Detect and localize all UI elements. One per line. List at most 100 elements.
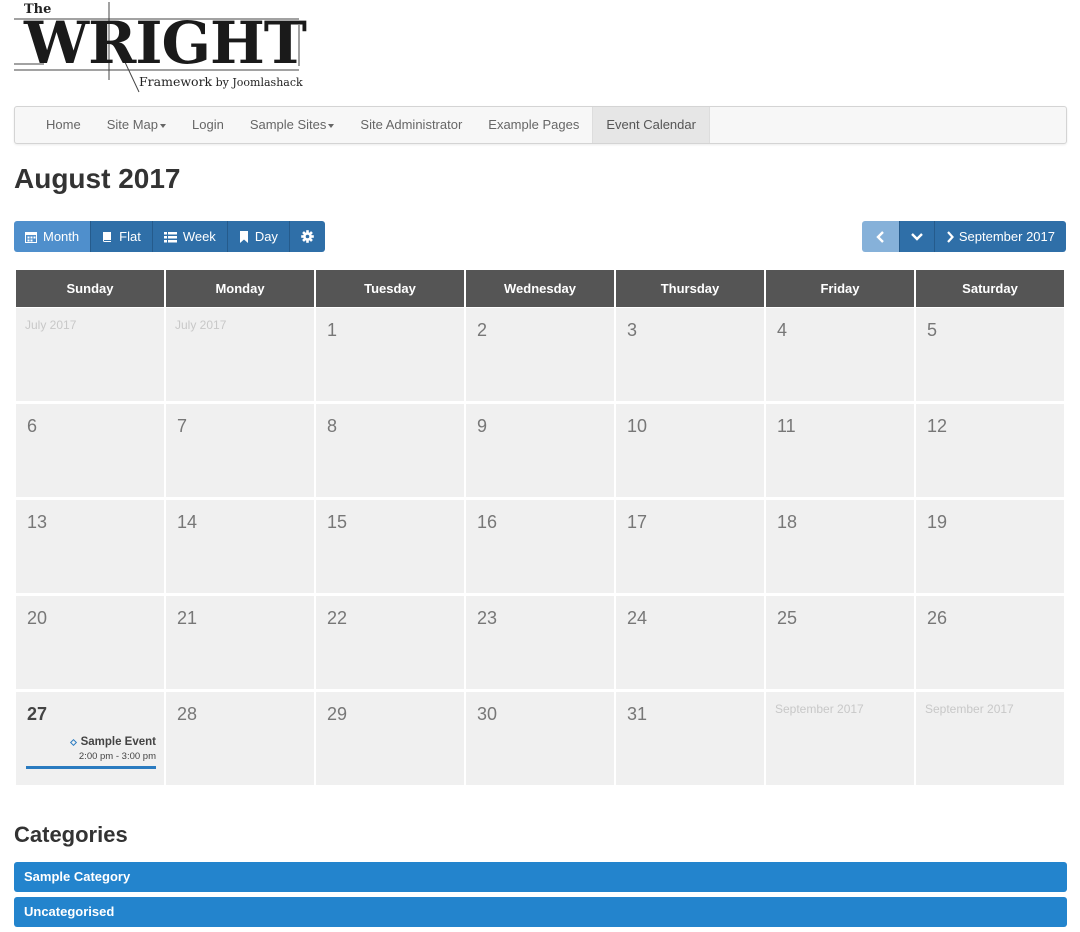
calendar-day-cell[interactable]: 8 bbox=[316, 404, 464, 497]
day-number[interactable]: 2 bbox=[477, 320, 487, 341]
nav-item-site-map[interactable]: Site Map bbox=[94, 107, 179, 143]
nav-item-site-administrator[interactable]: Site Administrator bbox=[347, 107, 475, 143]
calendar-day-cell[interactable]: 31 bbox=[616, 692, 764, 785]
day-number[interactable]: 13 bbox=[27, 512, 47, 533]
calendar-week-row: 13 14 15 16 17 18 19 bbox=[16, 500, 1066, 596]
calendar-day-cell[interactable]: 26 bbox=[916, 596, 1064, 689]
calendar-day-cell[interactable]: 29 bbox=[316, 692, 464, 785]
calendar-day-cell[interactable]: 11 bbox=[766, 404, 914, 497]
calendar-day-cell[interactable]: 17 bbox=[616, 500, 764, 593]
weekday-monday: Monday bbox=[166, 270, 314, 307]
day-number[interactable]: 26 bbox=[927, 608, 947, 629]
flat-view-button[interactable]: Flat bbox=[91, 221, 153, 252]
calendar-day-cell[interactable]: 6 bbox=[16, 404, 164, 497]
calendar-day-cell[interactable]: 13 bbox=[16, 500, 164, 593]
calendar-day-cell[interactable]: 19 bbox=[916, 500, 1064, 593]
calendar-day-cell[interactable]: September 2017 bbox=[916, 692, 1064, 785]
calendar-day-cell[interactable]: 24 bbox=[616, 596, 764, 689]
day-number[interactable]: 31 bbox=[627, 704, 647, 725]
day-number[interactable]: 8 bbox=[327, 416, 337, 437]
month-navigation: September 2017 bbox=[861, 221, 1066, 252]
day-number[interactable]: 16 bbox=[477, 512, 497, 533]
calendar-day-cell[interactable]: 25 bbox=[766, 596, 914, 689]
calendar-day-cell[interactable]: July 2017 bbox=[166, 308, 314, 401]
adjacent-month-label[interactable]: September 2017 bbox=[775, 702, 864, 716]
day-number[interactable]: 23 bbox=[477, 608, 497, 629]
month-view-button[interactable]: Month bbox=[14, 221, 92, 252]
calendar-day-cell[interactable]: 12 bbox=[916, 404, 1064, 497]
calendar-day-cell[interactable]: 21 bbox=[166, 596, 314, 689]
nav-item-event-calendar[interactable]: Event Calendar bbox=[592, 107, 710, 143]
logo-byline-main: Framework bbox=[139, 74, 213, 89]
adjacent-month-label[interactable]: September 2017 bbox=[925, 702, 1014, 716]
day-number[interactable]: 29 bbox=[327, 704, 347, 725]
calendar-day-cell[interactable]: 10 bbox=[616, 404, 764, 497]
calendar-day-cell[interactable]: 9 bbox=[466, 404, 614, 497]
category-uncategorised[interactable]: Uncategorised bbox=[14, 897, 1067, 927]
day-number[interactable]: 19 bbox=[927, 512, 947, 533]
nav-item-label: Site Map bbox=[106, 117, 158, 132]
adjacent-month-label[interactable]: July 2017 bbox=[25, 318, 76, 332]
previous-month-button[interactable] bbox=[861, 221, 900, 252]
calendar-day-cell[interactable]: 1 bbox=[316, 308, 464, 401]
calendar-day-cell[interactable]: 18 bbox=[766, 500, 914, 593]
day-number[interactable]: 22 bbox=[327, 608, 347, 629]
day-number[interactable]: 18 bbox=[777, 512, 797, 533]
calendar-day-cell[interactable]: 30 bbox=[466, 692, 614, 785]
nav-item-home[interactable]: Home bbox=[33, 107, 94, 143]
day-number[interactable]: 10 bbox=[627, 416, 647, 437]
nav-item-example-pages[interactable]: Example Pages bbox=[475, 107, 592, 143]
site-logo[interactable]: The WRIGHT Framework by Joomlashack bbox=[14, 0, 307, 94]
day-number[interactable]: 15 bbox=[327, 512, 347, 533]
event-title[interactable]: Sample Event bbox=[81, 736, 156, 748]
day-number[interactable]: 28 bbox=[177, 704, 197, 725]
day-number[interactable]: 12 bbox=[927, 416, 947, 437]
event-title-row: Sample Event bbox=[26, 736, 156, 748]
day-number[interactable]: 24 bbox=[627, 608, 647, 629]
day-number[interactable]: 30 bbox=[477, 704, 497, 725]
diamond-bullet-icon bbox=[69, 738, 77, 746]
day-number[interactable]: 7 bbox=[177, 416, 187, 437]
calendar-day-cell[interactable]: 16 bbox=[466, 500, 614, 593]
today-day-number[interactable]: 27 bbox=[27, 704, 47, 725]
calendar-day-cell[interactable]: 27 Sample Event 2:00 pm - 3:00 pm bbox=[16, 692, 164, 785]
calendar-day-cell[interactable]: 3 bbox=[616, 308, 764, 401]
settings-button[interactable] bbox=[289, 221, 325, 252]
calendar-day-cell[interactable]: July 2017 bbox=[16, 308, 164, 401]
day-number[interactable]: 4 bbox=[777, 320, 787, 341]
calendar-day-cell[interactable]: 14 bbox=[166, 500, 314, 593]
day-number[interactable]: 25 bbox=[777, 608, 797, 629]
calendar-day-cell[interactable]: 20 bbox=[16, 596, 164, 689]
calendar-day-cell[interactable]: 22 bbox=[316, 596, 464, 689]
day-number[interactable]: 11 bbox=[777, 416, 796, 437]
calendar-day-cell[interactable]: 28 bbox=[166, 692, 314, 785]
day-number[interactable]: 6 bbox=[27, 416, 37, 437]
day-number[interactable]: 20 bbox=[27, 608, 47, 629]
day-number[interactable]: 3 bbox=[627, 320, 637, 341]
nav-item-label: Site Administrator bbox=[360, 117, 463, 132]
flat-view-label: Flat bbox=[119, 229, 141, 244]
nav-item-login[interactable]: Login bbox=[179, 107, 237, 143]
calendar-day-cell[interactable]: 4 bbox=[766, 308, 914, 401]
day-number[interactable]: 14 bbox=[177, 512, 197, 533]
calendar-event[interactable]: Sample Event 2:00 pm - 3:00 pm bbox=[26, 736, 156, 769]
day-number[interactable]: 5 bbox=[927, 320, 937, 341]
calendar-day-cell[interactable]: 2 bbox=[466, 308, 614, 401]
month-picker-button[interactable] bbox=[899, 221, 935, 252]
calendar-day-cell[interactable]: 5 bbox=[916, 308, 1064, 401]
adjacent-month-label[interactable]: July 2017 bbox=[175, 318, 226, 332]
calendar-day-cell[interactable]: 7 bbox=[166, 404, 314, 497]
category-sample-category[interactable]: Sample Category bbox=[14, 862, 1067, 892]
next-month-button[interactable]: September 2017 bbox=[934, 221, 1066, 252]
day-number[interactable]: 1 bbox=[327, 320, 337, 341]
calendar-day-cell[interactable]: 23 bbox=[466, 596, 614, 689]
calendar-day-cell[interactable]: September 2017 bbox=[766, 692, 914, 785]
week-view-button[interactable]: Week bbox=[152, 221, 228, 252]
day-view-button[interactable]: Day bbox=[227, 221, 290, 252]
day-number[interactable]: 21 bbox=[177, 608, 197, 629]
nav-item-sample-sites[interactable]: Sample Sites bbox=[237, 107, 348, 143]
calendar-day-cell[interactable]: 15 bbox=[316, 500, 464, 593]
day-number[interactable]: 17 bbox=[627, 512, 647, 533]
day-number[interactable]: 9 bbox=[477, 416, 487, 437]
calendar-icon bbox=[25, 231, 37, 243]
